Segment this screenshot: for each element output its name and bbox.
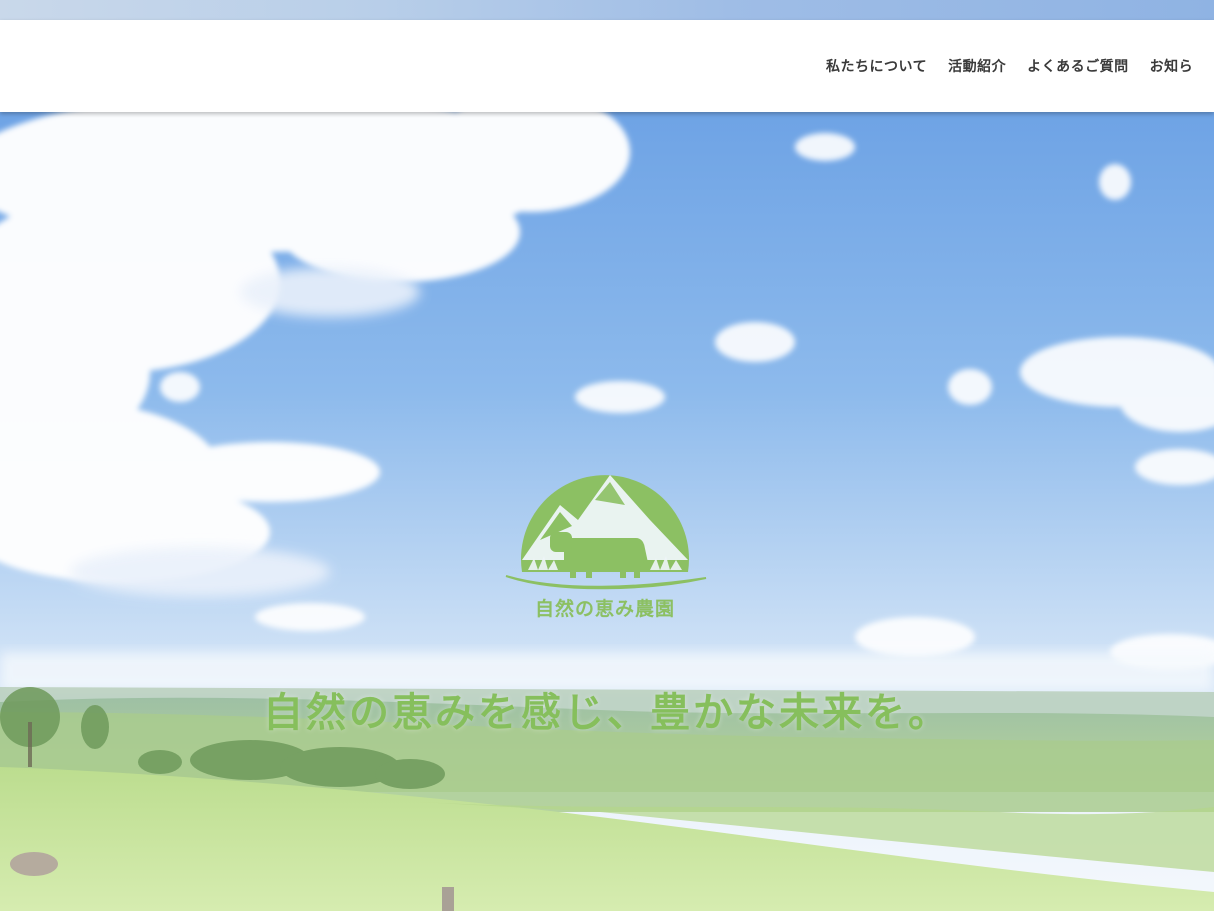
hero-section: 自然の恵み農園 自然の恵みを感じ、豊かな未来を。 [0,112,1214,911]
main-nav: 私たちについて 活動紹介 よくあるご質問 お知ら [826,20,1214,112]
logo-text: 自然の恵み農園 [534,598,675,620]
page: 私たちについて 活動紹介 よくあるご質問 お知ら 自然の恵み農園 自然の恵みを感… [0,0,1214,911]
nav-item-news[interactable]: お知ら [1150,56,1194,76]
site-header: 私たちについて 活動紹介 よくあるご質問 お知ら [0,20,1214,112]
top-sky-strip [0,0,1214,20]
nav-item-activities[interactable]: 活動紹介 [948,56,1006,76]
nav-item-about[interactable]: 私たちについて [826,56,927,76]
nav-item-faq[interactable]: よくあるご質問 [1027,56,1129,76]
hero-tagline: 自然の恵みを感じ、豊かな未来を。 [263,690,951,736]
